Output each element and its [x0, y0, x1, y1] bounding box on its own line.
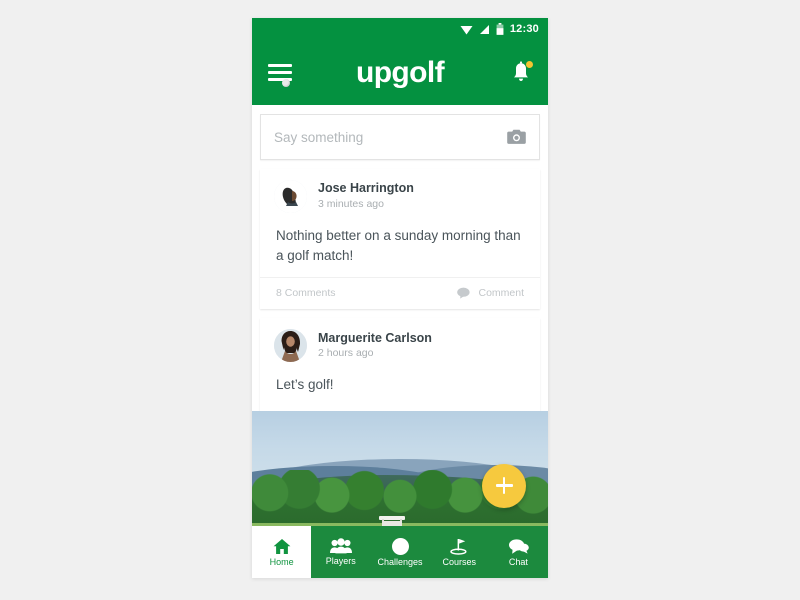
comment-button[interactable]: Comment — [457, 287, 524, 299]
status-bar: 12:30 — [252, 18, 548, 40]
nav-label-challenges: Challenges — [377, 556, 423, 567]
bottom-navigation: Home Players Challenges Courses Chat — [252, 526, 548, 578]
post-text: Nothing better on a sunday morning than … — [276, 228, 521, 263]
nav-item-players[interactable]: Players — [311, 526, 370, 578]
post-card: Jose Harrington 3 minutes ago Nothing be… — [260, 169, 540, 310]
nav-item-challenges[interactable]: Challenges — [370, 526, 429, 578]
people-icon — [329, 538, 352, 554]
app-logo: upgolf — [252, 55, 548, 89]
wifi-icon — [460, 24, 473, 35]
camera-icon[interactable] — [507, 129, 526, 145]
post-text: Let’s golf! — [276, 377, 334, 393]
post-header: Marguerite Carlson 2 hours ago — [260, 318, 540, 370]
post-author: Marguerite Carlson — [318, 330, 432, 345]
avatar[interactable] — [274, 180, 307, 213]
nav-label-courses: Courses — [442, 556, 476, 567]
post-author-block: Jose Harrington 3 minutes ago — [318, 180, 414, 212]
compose-bar[interactable] — [260, 114, 540, 160]
avatar[interactable] — [274, 329, 307, 363]
phone-screen: 12:30 upgolf Say something Jose Harringt… — [252, 18, 548, 578]
nav-label-chat: Chat — [508, 556, 528, 567]
bell-icon[interactable] — [510, 60, 533, 85]
post-card: Marguerite Carlson 2 hours ago Let’s gol… — [260, 318, 540, 411]
app-bar: upgolf — [252, 40, 548, 105]
nav-label-players: Players — [325, 556, 356, 566]
signal-icon — [479, 24, 490, 35]
post-timestamp: 2 hours ago — [318, 347, 374, 360]
comment-button-label: Comment — [478, 287, 524, 300]
chat-bubble-icon — [508, 538, 529, 555]
hamburger-menu-icon[interactable] — [268, 64, 292, 81]
comment-count[interactable]: 8 Comments — [276, 287, 336, 299]
golf-flag-icon — [449, 538, 469, 555]
notification-badge-dot — [526, 60, 533, 68]
post-author-block: Marguerite Carlson 2 hours ago — [318, 330, 432, 362]
nav-label-home: Home — [269, 556, 294, 567]
status-bar-clock: 12:30 — [509, 22, 539, 35]
nav-item-home[interactable]: Home — [252, 526, 312, 578]
app-logo-text: upgolf — [355, 55, 445, 89]
post-timestamp: 3 minutes ago — [318, 198, 384, 211]
home-icon — [273, 538, 291, 555]
chat-bubble-icon — [457, 287, 471, 299]
post-footer: 8 Comments Comment — [260, 277, 540, 309]
nav-item-chat[interactable]: Chat — [489, 526, 548, 578]
post-author: Jose Harrington — [318, 181, 414, 196]
battery-icon — [496, 23, 504, 35]
compose-input[interactable] — [274, 129, 507, 145]
nav-item-courses[interactable]: Courses — [430, 526, 489, 578]
golfball-icon — [391, 537, 409, 555]
add-button[interactable] — [482, 463, 526, 508]
post-header: Jose Harrington 3 minutes ago — [260, 169, 540, 221]
feed: Jose Harrington 3 minutes ago Nothing be… — [252, 169, 548, 411]
